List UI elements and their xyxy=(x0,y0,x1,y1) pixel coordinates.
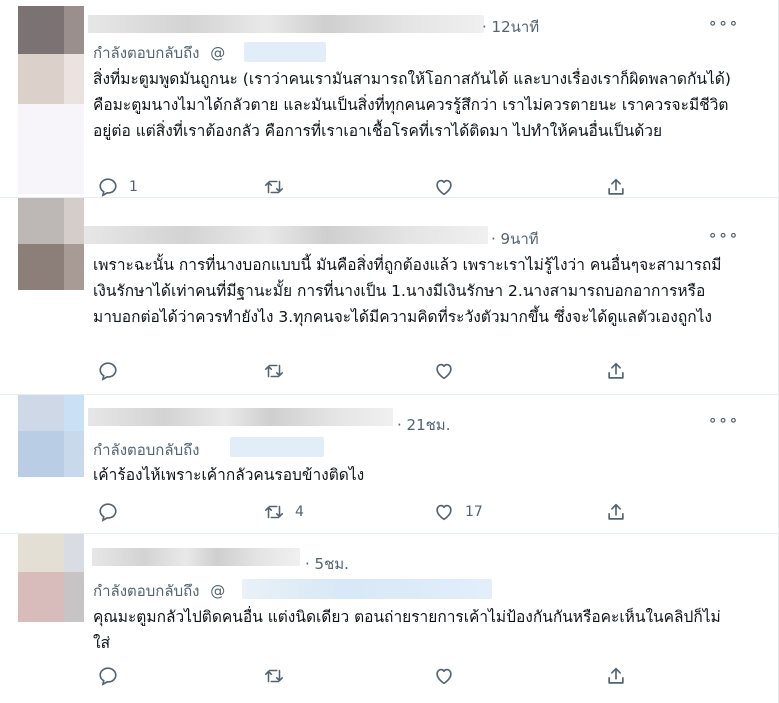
retweet-icon xyxy=(264,364,284,378)
reply-button[interactable] xyxy=(97,665,129,687)
tweet-actions: 1 xyxy=(93,176,633,198)
like-button[interactable] xyxy=(433,665,465,687)
avatar[interactable] xyxy=(18,198,84,290)
reply-button[interactable] xyxy=(97,501,129,523)
reply-to-mention[interactable]: @ xyxy=(210,582,225,600)
more-icon[interactable]: ∘∘∘ xyxy=(708,226,739,244)
heart-icon xyxy=(436,504,452,521)
share-icon xyxy=(608,362,624,379)
reply-to-label: กำลังตอบกลับถึง @ xyxy=(93,579,225,603)
reply-count: 1 xyxy=(129,179,138,195)
like-button[interactable]: 17 xyxy=(433,501,483,523)
share-icon xyxy=(608,667,624,684)
retweet-button[interactable] xyxy=(263,665,295,687)
retweet-button[interactable] xyxy=(263,176,295,198)
avatar-extension xyxy=(18,54,84,194)
tweet-time[interactable]: · 9นาที xyxy=(491,227,539,251)
mention-blurred[interactable] xyxy=(242,579,492,599)
heart-icon xyxy=(436,363,452,380)
heart-icon xyxy=(436,668,452,685)
retweet-count: 4 xyxy=(295,504,304,520)
reply-to-mention[interactable]: @ xyxy=(210,44,225,62)
share-icon xyxy=(608,178,624,195)
retweet-icon xyxy=(264,505,284,519)
reply-to-text: กำลังตอบกลับถึง xyxy=(93,582,200,600)
share-icon xyxy=(608,503,624,520)
tweet[interactable]: · 21ชม. ∘∘∘ กำลังตอบกลับถึง เค้าร้องไห้เ… xyxy=(0,395,778,534)
tweet-time[interactable]: · 21ชม. xyxy=(397,413,450,437)
reply-icon xyxy=(99,362,117,381)
tweet-actions xyxy=(93,665,633,687)
tweet[interactable]: · 12นาที ∘∘∘ กำลังตอบกลับถึง @ สิ่งที่มะ… xyxy=(0,0,778,198)
heart-icon xyxy=(436,179,452,196)
avatar[interactable] xyxy=(18,534,84,622)
author-name-blurred[interactable] xyxy=(84,226,488,244)
tweet-time[interactable]: · 5ชม. xyxy=(305,552,349,576)
more-icon[interactable]: ∘∘∘ xyxy=(708,14,739,32)
author-name-blurred[interactable] xyxy=(88,15,484,33)
tweet[interactable]: · 5ชม. กำลังตอบกลับถึง @ คุณมะตูมกลัวไปต… xyxy=(0,534,778,703)
tweet-time[interactable]: · 12นาที xyxy=(482,15,539,39)
reply-icon xyxy=(99,503,117,522)
more-icon[interactable]: ∘∘∘ xyxy=(708,411,739,429)
reply-to-text: กำลังตอบกลับถึง xyxy=(93,441,200,459)
avatar[interactable] xyxy=(18,395,84,477)
like-count: 17 xyxy=(465,504,483,520)
reply-to-label: กำลังตอบกลับถึง @ xyxy=(93,41,225,65)
tweet[interactable]: · 9นาที ∘∘∘ เพราะฉะนั้น การที่นางบอกแบบน… xyxy=(0,198,778,395)
tweet-thread: · 12นาที ∘∘∘ กำลังตอบกลับถึง @ สิ่งที่มะ… xyxy=(0,0,779,703)
share-button[interactable] xyxy=(605,176,627,198)
reply-to-label: กำลังตอบกลับถึง xyxy=(93,438,200,462)
share-button[interactable] xyxy=(605,501,627,523)
like-button[interactable] xyxy=(433,360,465,382)
retweet-button[interactable] xyxy=(263,360,295,382)
mention-blurred[interactable] xyxy=(230,437,324,457)
share-button[interactable] xyxy=(605,665,627,687)
mention-blurred[interactable] xyxy=(244,42,326,62)
reply-icon xyxy=(99,178,117,197)
author-name-blurred[interactable] xyxy=(92,548,300,566)
retweet-icon xyxy=(264,180,284,194)
retweet-button[interactable]: 4 xyxy=(263,501,304,523)
tweet-text: เค้าร้องไห้เพราะเค้ากลัวคนรอบข้างติดไง xyxy=(93,466,365,484)
share-button[interactable] xyxy=(605,360,627,382)
reply-button[interactable] xyxy=(97,360,129,382)
reply-to-text: กำลังตอบกลับถึง xyxy=(93,44,200,62)
tweet-actions: 4 17 xyxy=(93,501,633,523)
like-button[interactable] xyxy=(433,176,465,198)
reply-icon xyxy=(99,667,117,686)
tweet-text: สิ่งที่มะตูมพูดมันถูกนะ (เราว่าคนเรามันส… xyxy=(93,70,731,140)
reply-button[interactable]: 1 xyxy=(97,176,138,198)
retweet-icon xyxy=(264,669,284,683)
tweet-text: เพราะฉะนั้น การที่นางบอกแบบนี้ มันคือสิ่… xyxy=(93,256,722,326)
tweet-actions xyxy=(93,360,633,382)
author-name-blurred[interactable] xyxy=(88,408,393,426)
tweet-text: คุณมะตูมกลัวไปติดคนอื่น แต่งนิดเดียว ตอน… xyxy=(93,608,721,652)
